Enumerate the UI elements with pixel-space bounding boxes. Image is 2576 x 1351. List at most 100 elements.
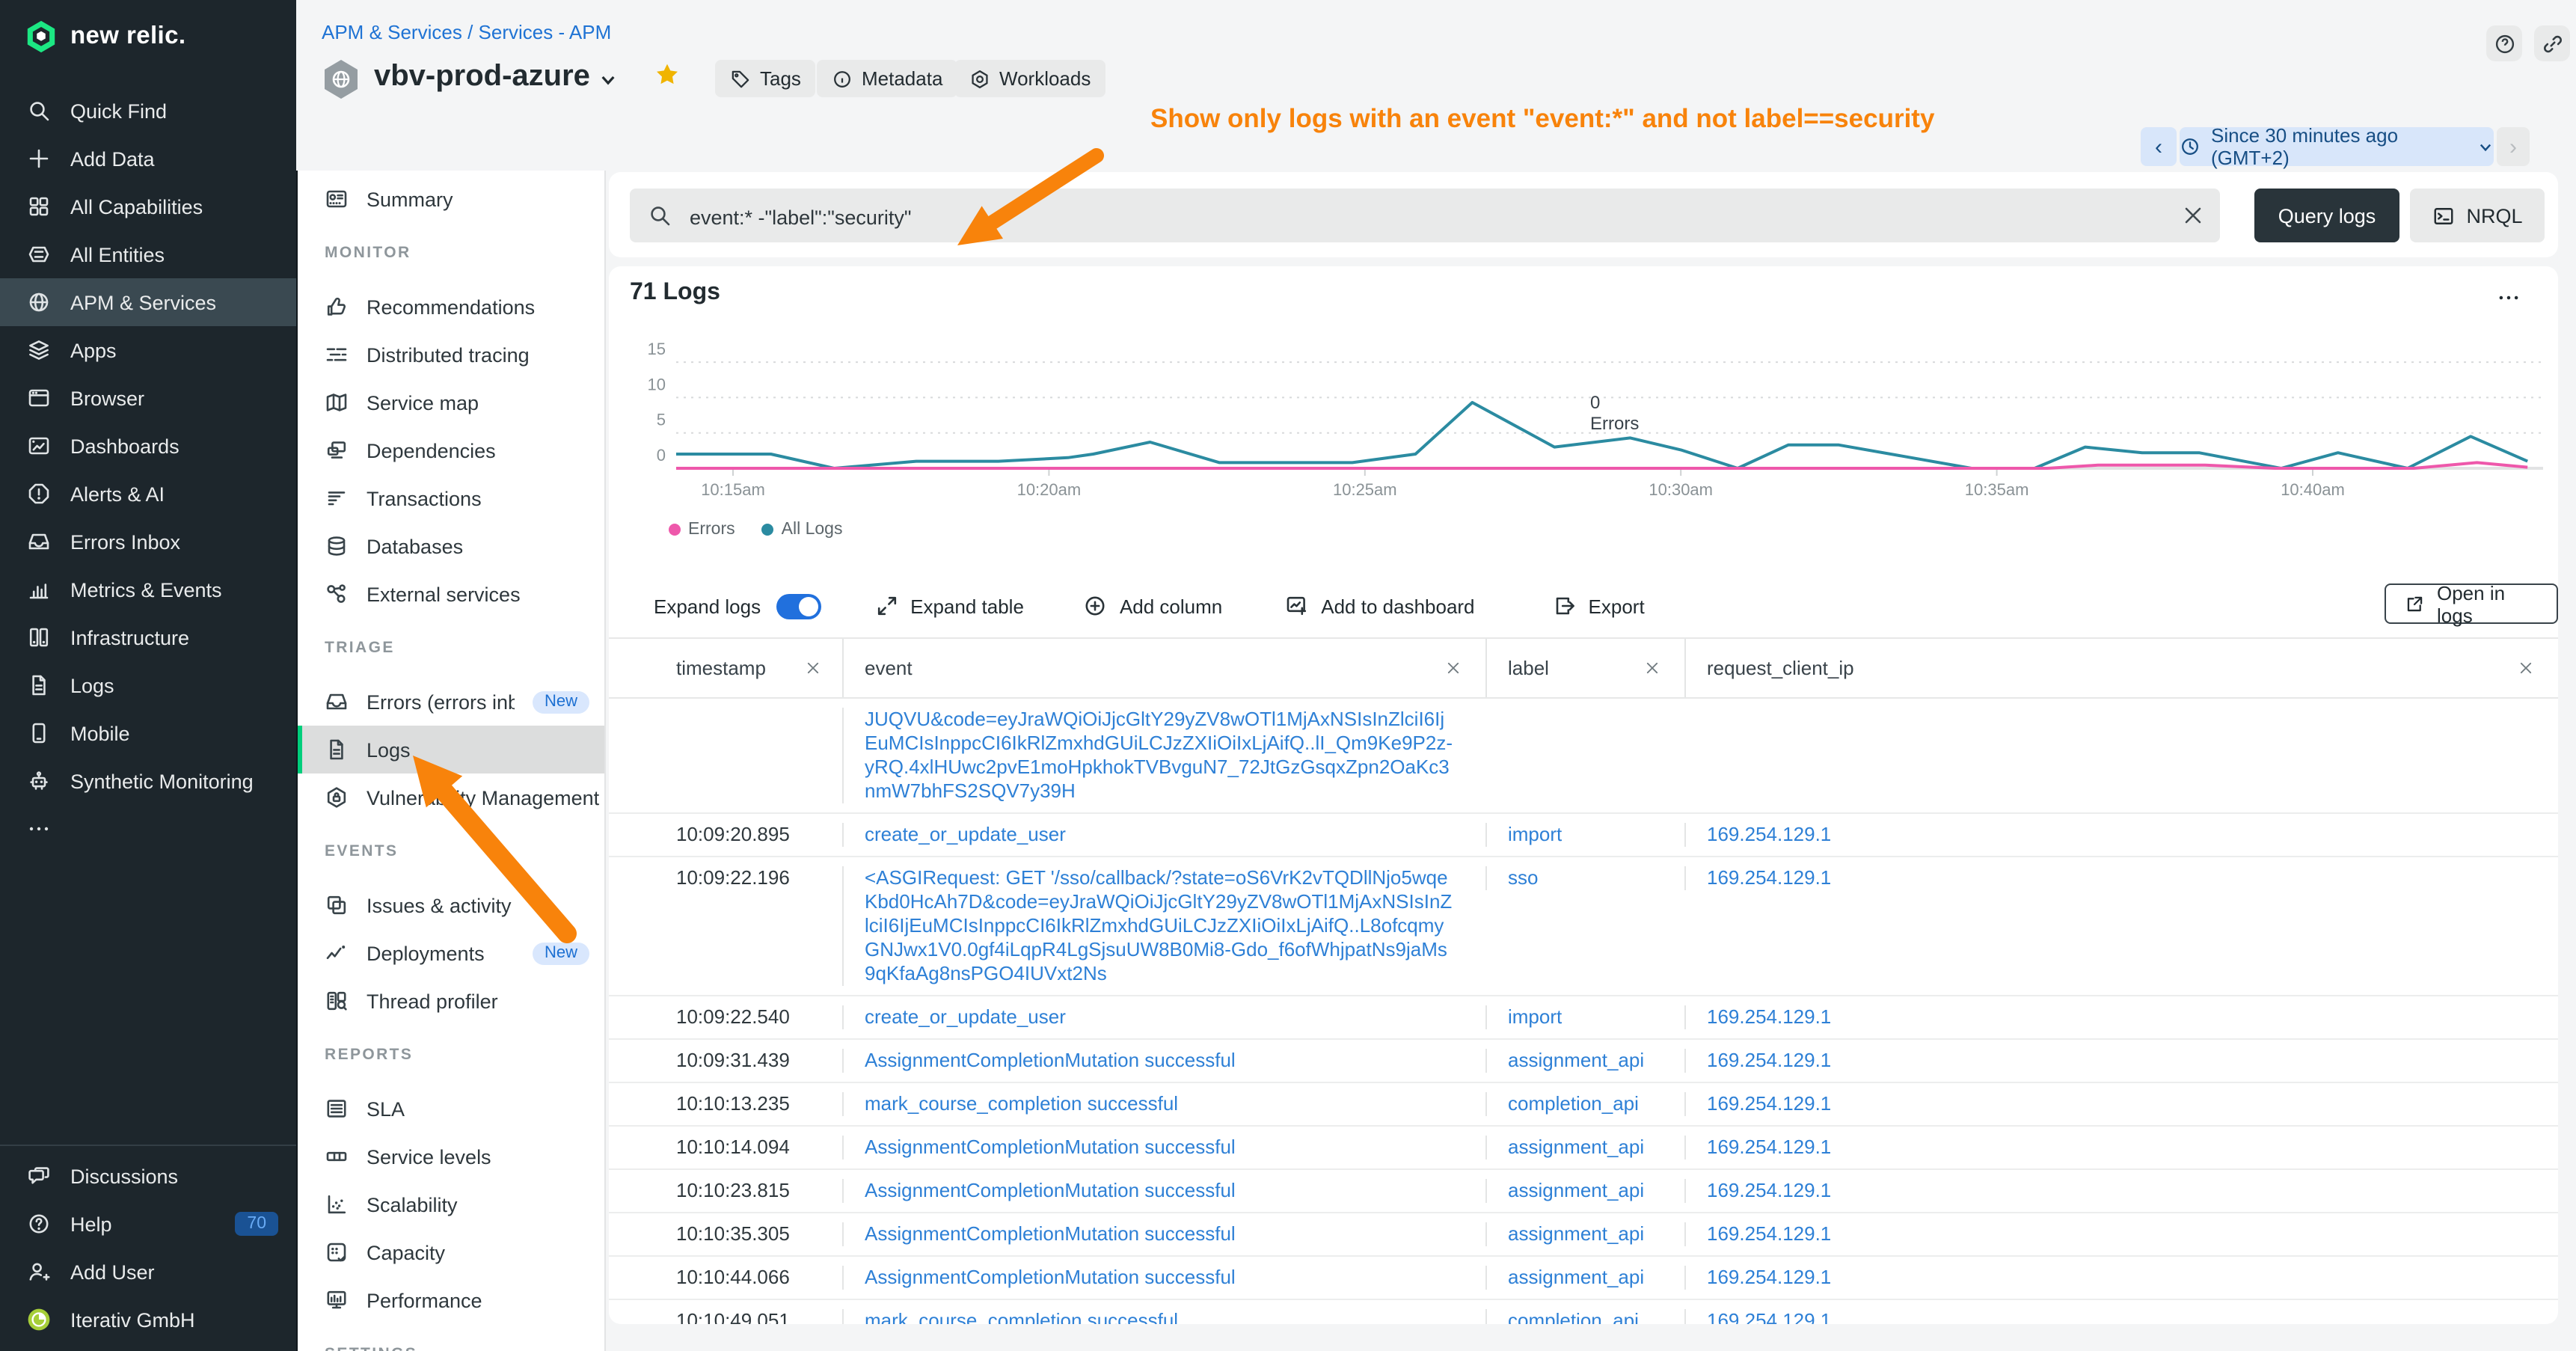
- sidebar-item-synthetic-monitoring[interactable]: Synthetic Monitoring: [0, 757, 296, 805]
- sidebar-footer-item-add-user[interactable]: Add User: [0, 1248, 296, 1296]
- copy-link-button[interactable]: [2534, 25, 2570, 61]
- tags-button[interactable]: Tags: [715, 60, 816, 97]
- event-cell[interactable]: mark_course_completion successful: [842, 1092, 1485, 1116]
- label-cell[interactable]: sso: [1485, 866, 1684, 890]
- sidebar-item-apps[interactable]: Apps: [0, 326, 296, 374]
- subnav-item-deployments[interactable]: DeploymentsNew: [298, 929, 604, 977]
- subnav-item-scalability[interactable]: Scalability: [298, 1180, 604, 1228]
- query-logs-button[interactable]: Query logs: [2254, 189, 2399, 242]
- sidebar-footer-item-discussions[interactable]: Discussions: [0, 1152, 296, 1200]
- add-to-dashboard-button[interactable]: Add to dashboard: [1285, 594, 1474, 618]
- subnav-item-service-map[interactable]: Service map: [298, 379, 604, 426]
- subnav-item-thread-profiler[interactable]: Thread profiler: [298, 977, 604, 1025]
- event-cell[interactable]: AssignmentCompletionMutation successful: [842, 1049, 1485, 1073]
- subnav-item-summary[interactable]: Summary: [298, 175, 604, 223]
- sidebar-item-mobile[interactable]: Mobile: [0, 709, 296, 757]
- column-header-label[interactable]: label: [1485, 639, 1684, 697]
- clear-search-icon[interactable]: [2181, 203, 2205, 227]
- event-cell[interactable]: AssignmentCompletionMutation successful: [842, 1222, 1485, 1246]
- column-header-timestamp[interactable]: timestamp: [666, 639, 842, 697]
- expand-table-button[interactable]: Expand table: [874, 594, 1024, 618]
- subnav-item-external-services[interactable]: External services: [298, 570, 604, 618]
- metadata-button[interactable]: Metadata: [817, 60, 957, 97]
- legend-item-all-logs[interactable]: All Logs: [762, 521, 843, 539]
- subnav-item-logs[interactable]: Logs: [298, 726, 604, 773]
- legend-item-errors[interactable]: Errors: [669, 521, 735, 539]
- help-button[interactable]: [2486, 25, 2522, 61]
- toggle-on-icon[interactable]: [776, 593, 821, 619]
- table-row[interactable]: 10:10:35.305AssignmentCompletionMutation…: [609, 1213, 2558, 1257]
- sidebar-item-apm-services[interactable]: APM & Services: [0, 278, 296, 326]
- label-cell[interactable]: import: [1485, 823, 1684, 847]
- table-row[interactable]: 10:09:22.540create_or_update_userimport1…: [609, 996, 2558, 1040]
- sidebar-item-all-entities[interactable]: All Entities: [0, 230, 296, 278]
- breadcrumb-services-apm[interactable]: Services - APM: [479, 21, 612, 43]
- sidebar-footer-item-account[interactable]: Iterativ GmbH: [0, 1296, 296, 1344]
- table-row[interactable]: 10:09:31.439AssignmentCompletionMutation…: [609, 1040, 2558, 1083]
- event-cell[interactable]: mark_course_completion successful: [842, 1309, 1485, 1324]
- table-row[interactable]: 10:10:44.066AssignmentCompletionMutation…: [609, 1257, 2558, 1300]
- sidebar-item-metrics-events[interactable]: Metrics & Events: [0, 566, 296, 613]
- add-column-button[interactable]: Add column: [1084, 594, 1222, 618]
- request-client-ip-cell[interactable]: 169.254.129.1: [1684, 1092, 2558, 1116]
- event-cell[interactable]: <ASGIRequest: GET '/sso/callback/?state=…: [842, 866, 1485, 986]
- subnav-item-databases[interactable]: Databases: [298, 522, 604, 570]
- request-client-ip-cell[interactable]: 169.254.129.1: [1684, 866, 2558, 890]
- subnav-item-vulnerability-management[interactable]: Vulnerability Management: [298, 773, 604, 821]
- label-cell[interactable]: assignment_api: [1485, 1049, 1684, 1073]
- subnav-item-recommendations[interactable]: Recommendations: [298, 283, 604, 331]
- subnav-item-dependencies[interactable]: Dependencies: [298, 426, 604, 474]
- workloads-button[interactable]: Workloads: [954, 60, 1105, 97]
- sidebar-item-dashboards[interactable]: Dashboards: [0, 422, 296, 470]
- expand-logs-toggle[interactable]: Expand logs: [654, 593, 821, 619]
- new-relic-logo[interactable]: new relic.: [0, 0, 296, 54]
- table-row[interactable]: 10:10:13.235mark_course_completion succe…: [609, 1083, 2558, 1127]
- subnav-item-performance[interactable]: Performance: [298, 1276, 604, 1324]
- label-cell[interactable]: import: [1485, 1005, 1684, 1029]
- label-cell[interactable]: assignment_api: [1485, 1222, 1684, 1246]
- time-picker-dropdown[interactable]: Since 30 minutes ago (GMT+2): [2180, 127, 2494, 166]
- event-cell[interactable]: create_or_update_user: [842, 823, 1485, 847]
- request-client-ip-cell[interactable]: 169.254.129.1: [1684, 1049, 2558, 1073]
- remove-column-icon[interactable]: [1644, 660, 1660, 676]
- request-client-ip-cell[interactable]: 169.254.129.1: [1684, 1179, 2558, 1203]
- label-cell[interactable]: assignment_api: [1485, 1179, 1684, 1203]
- sidebar-item-logs[interactable]: Logs: [0, 661, 296, 709]
- subnav-item-issues-activity[interactable]: Issues & activity: [298, 881, 604, 929]
- request-client-ip-cell[interactable]: 169.254.129.1: [1684, 823, 2558, 847]
- breadcrumb-apm-services[interactable]: APM & Services: [322, 21, 462, 43]
- label-cell[interactable]: completion_api: [1485, 1092, 1684, 1116]
- subnav-item-sla[interactable]: SLA: [298, 1085, 604, 1133]
- label-cell[interactable]: completion_api: [1485, 1309, 1684, 1324]
- table-row[interactable]: 10:09:20.895create_or_update_userimport1…: [609, 814, 2558, 857]
- subnav-item-transactions[interactable]: Transactions: [298, 474, 604, 522]
- time-picker-next-button[interactable]: ›: [2497, 127, 2530, 166]
- table-row[interactable]: 10:10:23.815AssignmentCompletionMutation…: [609, 1170, 2558, 1213]
- entity-name-dropdown[interactable]: vbv-prod-azure: [374, 60, 619, 94]
- subnav-item-capacity[interactable]: Capacity: [298, 1228, 604, 1276]
- sidebar-item-more[interactable]: [0, 805, 296, 853]
- request-client-ip-cell[interactable]: 169.254.129.1: [1684, 1222, 2558, 1246]
- event-cell[interactable]: create_or_update_user: [842, 1005, 1485, 1029]
- subnav-item-service-levels[interactable]: Service levels: [298, 1133, 604, 1180]
- request-client-ip-cell[interactable]: 169.254.129.1: [1684, 1309, 2558, 1324]
- column-header-event[interactable]: event: [842, 639, 1485, 697]
- event-cell[interactable]: AssignmentCompletionMutation successful: [842, 1136, 1485, 1159]
- sidebar-item-quick-find[interactable]: Quick Find: [0, 87, 296, 135]
- sidebar-item-add-data[interactable]: Add Data: [0, 135, 296, 183]
- sidebar-item-errors-inbox[interactable]: Errors Inbox: [0, 518, 296, 566]
- event-cell[interactable]: AssignmentCompletionMutation successful: [842, 1179, 1485, 1203]
- time-picker-prev-button[interactable]: ‹: [2141, 127, 2177, 166]
- sidebar-item-alerts-ai[interactable]: Alerts & AI: [0, 470, 296, 518]
- remove-column-icon[interactable]: [2518, 660, 2534, 676]
- logs-search-input[interactable]: [687, 189, 2174, 245]
- sidebar-item-browser[interactable]: Browser: [0, 374, 296, 422]
- panel-menu-ellipsis-icon[interactable]: [2495, 284, 2522, 311]
- request-client-ip-cell[interactable]: 169.254.129.1: [1684, 1005, 2558, 1029]
- label-cell[interactable]: assignment_api: [1485, 1136, 1684, 1159]
- sidebar-footer-item-help[interactable]: Help70: [0, 1200, 296, 1248]
- request-client-ip-cell[interactable]: 169.254.129.1: [1684, 1136, 2558, 1159]
- label-cell[interactable]: assignment_api: [1485, 1266, 1684, 1290]
- subnav-item-errors-inbox[interactable]: Errors (errors inb...New: [298, 678, 604, 726]
- request-client-ip-cell[interactable]: 169.254.129.1: [1684, 1266, 2558, 1290]
